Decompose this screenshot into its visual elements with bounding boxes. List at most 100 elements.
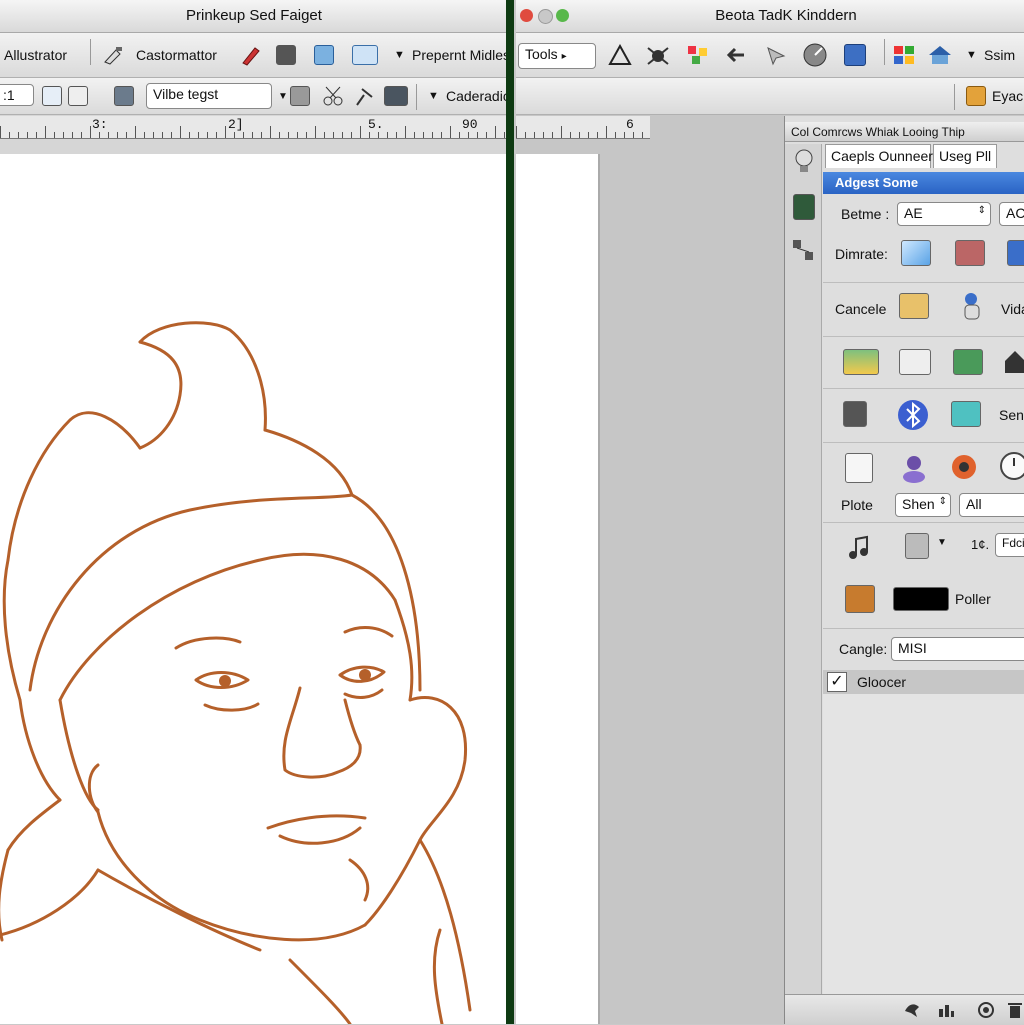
pin-button[interactable] (352, 78, 376, 114)
ruler-label: 3: (92, 117, 108, 132)
map-icon[interactable] (953, 349, 983, 375)
layers-button[interactable] (276, 33, 296, 77)
shen-select[interactable]: Shen ⇕ (895, 493, 951, 517)
dial-button[interactable] (802, 33, 828, 77)
shapes-button[interactable] (686, 33, 710, 77)
house-icon[interactable] (1003, 349, 1024, 375)
chevron-down-icon[interactable]: ▼ (937, 537, 947, 548)
senu-label: Senu (999, 407, 1024, 423)
screen-icon[interactable] (951, 401, 981, 427)
chart-icon[interactable] (843, 349, 879, 375)
blue-swatch-icon[interactable] (1007, 240, 1024, 266)
all-value: All (966, 496, 982, 512)
cancele-row: Cancele Vida (823, 282, 1024, 337)
betme-select-2[interactable]: AC (999, 202, 1024, 226)
ssim-dropdown-arrow[interactable]: ▼ (966, 33, 977, 77)
back-button[interactable] (724, 33, 748, 77)
tab-label: Useg Pll (939, 148, 992, 164)
cursor-button[interactable] (764, 33, 788, 77)
page-setup-button[interactable] (314, 33, 334, 77)
scissors-button[interactable] (322, 78, 346, 114)
network-icon[interactable] (791, 238, 817, 264)
frame-icon (68, 86, 88, 106)
device-icon[interactable] (905, 533, 929, 559)
cangle-field[interactable]: MISI (891, 637, 1024, 661)
minimize-icon[interactable] (538, 9, 553, 24)
bird-icon[interactable] (903, 1001, 921, 1019)
window-layout-button[interactable] (352, 33, 378, 77)
caderadic-menu[interactable]: Caderadic (446, 78, 508, 114)
arrow-left-icon (726, 47, 744, 63)
pencil-icon (242, 47, 260, 66)
page-icon (314, 45, 334, 65)
edit-button[interactable] (42, 78, 62, 114)
server-icon[interactable] (793, 194, 815, 220)
battery-icon[interactable] (843, 401, 867, 427)
tab-useg-pll[interactable]: Useg Pll (933, 144, 997, 168)
checkbox-row[interactable]: ✓ Gloocer (823, 670, 1024, 695)
illustrator-button[interactable]: Allustrator (4, 33, 67, 77)
app-label: Allustrator (4, 47, 68, 63)
betme-value-2: AC (1006, 205, 1024, 221)
tab-caepls-ounneer[interactable]: Caepls Ounneer (825, 144, 933, 168)
panel-header: Col Comrcws Whiak Looing Thip (785, 122, 1024, 142)
dropdown-arrow[interactable]: ▼ (394, 33, 405, 77)
checkmark-icon[interactable]: ✓ (827, 672, 847, 692)
lightbulb-icon[interactable] (793, 148, 815, 176)
page-edge (516, 154, 600, 1024)
windows-button[interactable] (892, 33, 916, 77)
grid-button[interactable] (844, 33, 866, 77)
bluetooth-icon[interactable] (897, 399, 929, 431)
keyboard-icon[interactable] (899, 349, 931, 375)
hand-pointer-icon[interactable] (959, 291, 987, 323)
split-divider[interactable] (506, 0, 514, 1024)
chevron-down-icon: ▼ (966, 49, 977, 61)
clock-icon[interactable] (999, 451, 1024, 481)
chart-bars-icon[interactable] (937, 1001, 955, 1019)
music-note-icon[interactable] (845, 535, 871, 561)
ssim-menu[interactable]: Ssim (984, 33, 1015, 77)
monitor-button[interactable] (384, 78, 408, 114)
present-middles-menu[interactable]: Prepernt Midles (412, 33, 508, 77)
betme-select[interactable]: AE ⇕ (897, 202, 991, 226)
tools-label: Tools (525, 46, 558, 62)
stack-button[interactable] (114, 78, 134, 114)
all-select[interactable]: All (959, 493, 1024, 517)
drawing-canvas[interactable] (0, 154, 508, 1024)
frame-button[interactable] (68, 78, 88, 114)
font-field[interactable]: Vilbe tegst (146, 83, 272, 109)
windows-icon (894, 46, 914, 64)
transform-button[interactable] (290, 78, 310, 114)
chevron-down-icon: ▸ (561, 51, 567, 62)
calendar-icon[interactable] (845, 453, 873, 483)
fire-icon[interactable] (949, 451, 979, 481)
caderadic-dropdown-arrow[interactable]: ▼ (428, 78, 439, 114)
tools-dropdown[interactable]: Tools ▸ (518, 43, 596, 69)
triangle-tool-button[interactable] (608, 33, 632, 77)
num-field[interactable]: Fdcie (995, 533, 1024, 557)
stepper-icon: ⇕ (938, 496, 947, 507)
close-icon[interactable] (520, 9, 533, 22)
castormattor-label: Castormattor (136, 47, 217, 63)
pen-tool-button[interactable] (240, 33, 262, 77)
bug-tool-button[interactable] (646, 33, 670, 77)
eyac-button[interactable]: Eyac (966, 78, 1023, 114)
user-icon[interactable] (899, 453, 929, 483)
castormattor-button[interactable]: Castormattor (102, 33, 217, 77)
font-dropdown[interactable]: ▼ (278, 78, 288, 114)
eyac-label: Eyac (992, 88, 1024, 104)
ssim-label: Ssim (984, 47, 1016, 63)
zoom-icon[interactable] (556, 9, 569, 22)
color-swatch[interactable] (893, 587, 949, 611)
trash-icon[interactable] (1007, 1001, 1023, 1019)
section-title: Adgest Some (835, 175, 919, 190)
home-button[interactable] (926, 33, 954, 77)
gradient-swatch-icon[interactable] (901, 240, 931, 266)
font-field-value: Vilbe tegst (153, 86, 219, 102)
zoom-select[interactable]: :1 (0, 84, 34, 106)
image-swatch-icon[interactable] (955, 240, 985, 266)
photo-icon[interactable] (845, 585, 875, 613)
folder-icon[interactable] (899, 293, 929, 319)
ruler-label: 2] (228, 117, 244, 132)
settings-icon[interactable] (977, 1001, 995, 1019)
